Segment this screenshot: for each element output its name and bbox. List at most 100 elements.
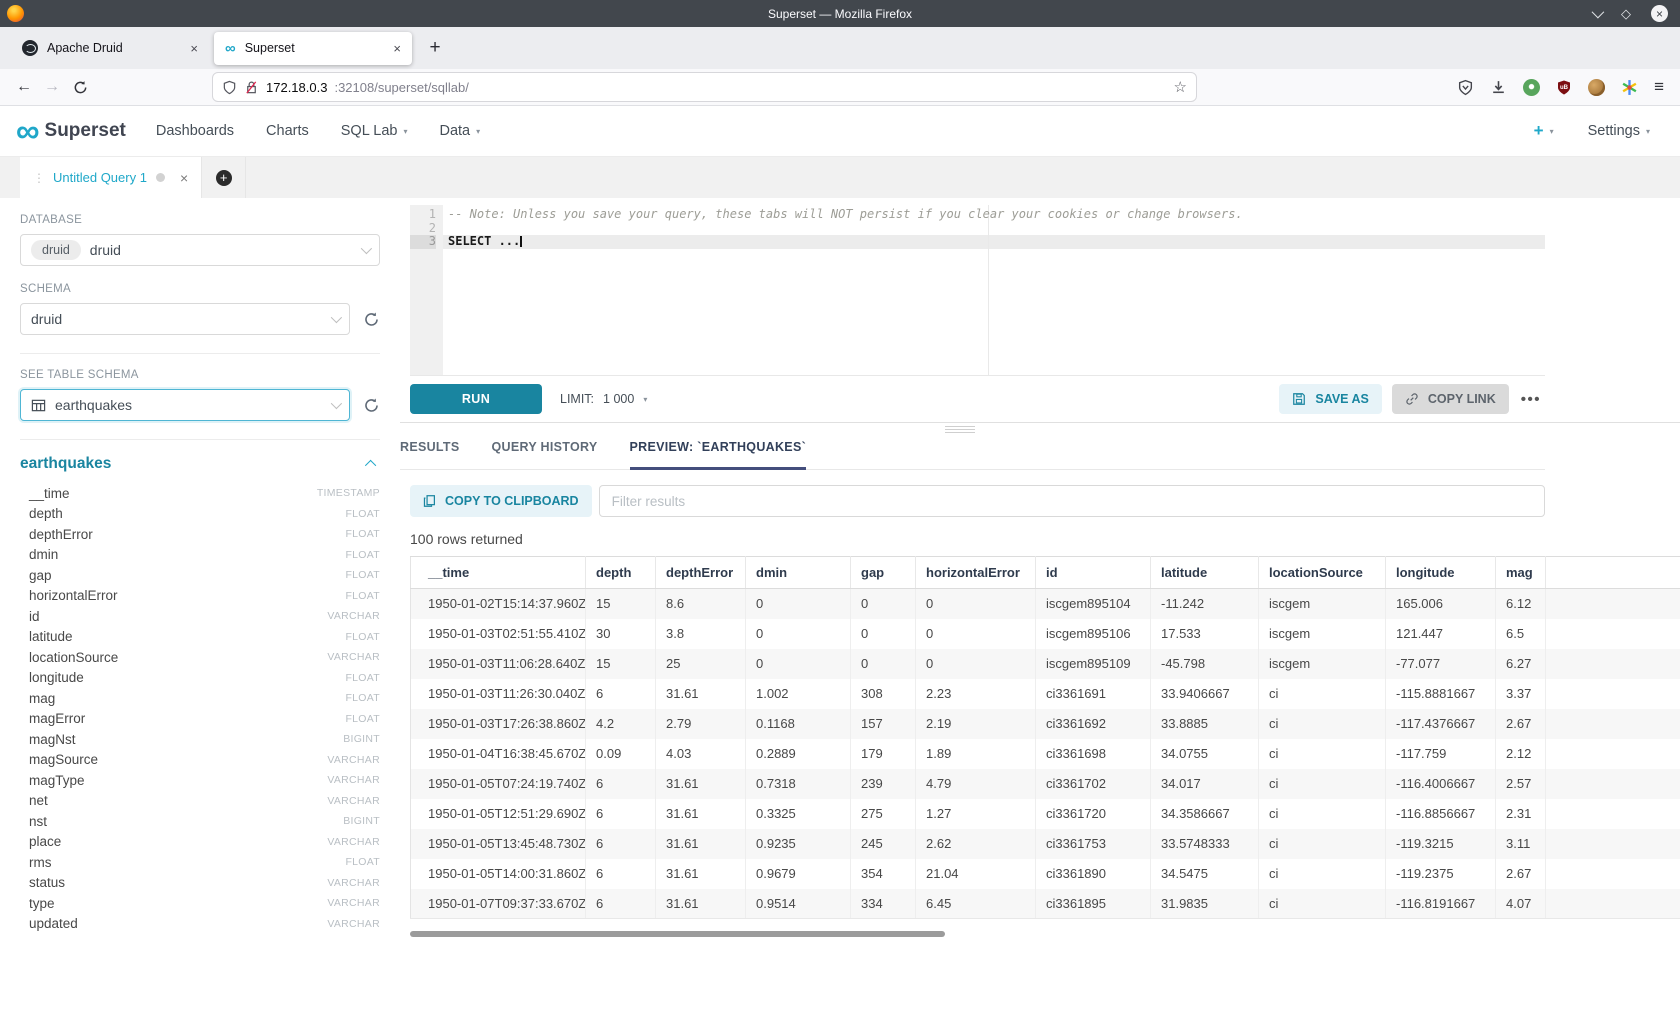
schema-column-row[interactable]: updatedVARCHAR bbox=[20, 914, 380, 935]
column-header[interactable]: id bbox=[1036, 557, 1151, 589]
schema-column-row[interactable]: magErrorFLOAT bbox=[20, 709, 380, 730]
schema-column-row[interactable]: __timeTIMESTAMP bbox=[20, 483, 380, 504]
table-row[interactable]: 1950-01-03T11:06:28.640Z1525000iscgem895… bbox=[411, 649, 1680, 679]
new-tab-button[interactable]: + bbox=[420, 33, 450, 63]
tab-close-icon[interactable]: × bbox=[190, 41, 198, 56]
query-tab-close-icon[interactable]: × bbox=[180, 170, 188, 186]
column-header[interactable]: longitude bbox=[1386, 557, 1496, 589]
superset-brand[interactable]: Superset bbox=[45, 120, 126, 142]
filter-results-input[interactable] bbox=[599, 485, 1545, 517]
schema-column-row[interactable]: gapFLOAT bbox=[20, 565, 380, 586]
column-header[interactable]: dmin bbox=[746, 557, 851, 589]
nav-item-dashboards[interactable]: Dashboards bbox=[156, 123, 234, 139]
refresh-tables-icon[interactable] bbox=[363, 397, 380, 414]
back-button[interactable]: ← bbox=[10, 73, 38, 101]
pane-resize-handle[interactable] bbox=[945, 426, 975, 435]
extension-green-icon[interactable] bbox=[1523, 79, 1540, 96]
copy-to-clipboard-button[interactable]: COPY TO CLIPBOARD bbox=[410, 485, 592, 517]
column-header[interactable] bbox=[1546, 557, 1680, 589]
query-tab-untitled[interactable]: ⋮ Untitled Query 1 × bbox=[20, 157, 202, 198]
schema-column-row[interactable]: nstBIGINT bbox=[20, 811, 380, 832]
browser-tab-apache-druid[interactable]: Apache Druid × bbox=[11, 32, 209, 65]
run-button[interactable]: RUN bbox=[410, 384, 542, 414]
table-row[interactable]: 1950-01-05T12:51:29.690Z631.610.33252751… bbox=[411, 799, 1680, 829]
collapse-chevron-icon[interactable] bbox=[365, 460, 376, 471]
downloads-icon[interactable] bbox=[1490, 79, 1507, 96]
insecure-lock-icon[interactable] bbox=[244, 80, 259, 95]
table-row[interactable]: 1950-01-07T09:37:33.670Z631.610.95143346… bbox=[411, 889, 1680, 919]
table-row[interactable]: 1950-01-03T17:26:38.860Z4.22.790.1168157… bbox=[411, 709, 1680, 739]
horizontal-scrollbar[interactable] bbox=[410, 931, 945, 937]
save-as-button[interactable]: SAVE AS bbox=[1279, 384, 1382, 414]
schema-column-row[interactable]: longitudeFLOAT bbox=[20, 668, 380, 689]
nav-item-charts[interactable]: Charts bbox=[266, 123, 309, 139]
schema-column-row[interactable]: statusVARCHAR bbox=[20, 873, 380, 894]
column-header[interactable]: locationSource bbox=[1259, 557, 1386, 589]
table-schema-select[interactable]: earthquakes bbox=[20, 389, 350, 421]
superset-logo-icon[interactable]: ∞ bbox=[16, 118, 38, 144]
schema-column-row[interactable]: locationSourceVARCHAR bbox=[20, 647, 380, 668]
column-header[interactable]: depthError bbox=[656, 557, 746, 589]
limit-dropdown[interactable]: LIMIT: 1 000 ▾ bbox=[560, 392, 647, 406]
schema-column-row[interactable]: magNstBIGINT bbox=[20, 729, 380, 750]
tab-preview-earthquakes[interactable]: PREVIEW: `EARTHQUAKES` bbox=[630, 440, 807, 470]
window-maximize-icon[interactable]: ◇ bbox=[1621, 7, 1631, 20]
nav-item-sql-lab[interactable]: SQL Lab ▾ bbox=[341, 123, 408, 139]
forward-button[interactable]: → bbox=[38, 73, 66, 101]
drag-grip-icon[interactable]: ⋮ bbox=[33, 171, 44, 185]
colorful-asterisk-extension-icon[interactable] bbox=[1621, 79, 1638, 96]
schema-column-row[interactable]: magSourceVARCHAR bbox=[20, 750, 380, 771]
database-select[interactable]: druid druid bbox=[20, 234, 380, 266]
schema-column-row[interactable]: placeVARCHAR bbox=[20, 832, 380, 853]
results-table-wrap[interactable]: __timedepthdepthErrordmingaphorizontalEr… bbox=[410, 556, 1680, 919]
pocket-shield-icon[interactable] bbox=[1457, 79, 1474, 96]
sql-editor[interactable]: 1 2 3 -- Note: Unless you save your quer… bbox=[410, 205, 1545, 375]
ublock-shield-icon[interactable]: uB bbox=[1556, 79, 1572, 96]
schema-column-row[interactable]: typeVARCHAR bbox=[20, 893, 380, 914]
editor-code-area[interactable]: -- Note: Unless you save your query, the… bbox=[443, 205, 1545, 375]
new-query-tab-button[interactable]: + bbox=[202, 157, 246, 198]
browser-tab-superset[interactable]: ∞ Superset × bbox=[214, 32, 412, 65]
nav-item-data[interactable]: Data ▾ bbox=[439, 123, 480, 139]
refresh-schemas-icon[interactable] bbox=[363, 311, 380, 328]
table-row[interactable]: 1950-01-05T07:24:19.740Z631.610.73182394… bbox=[411, 769, 1680, 799]
schema-column-row[interactable]: magFLOAT bbox=[20, 688, 380, 709]
column-header[interactable]: gap bbox=[851, 557, 916, 589]
column-header[interactable]: mag bbox=[1496, 557, 1546, 589]
settings-menu[interactable]: Settings ▾ bbox=[1588, 123, 1650, 139]
cookie-extension-icon[interactable] bbox=[1588, 79, 1605, 96]
window-close-button[interactable]: × bbox=[1651, 5, 1668, 22]
table-row[interactable]: 1950-01-04T16:38:45.670Z0.094.030.288917… bbox=[411, 739, 1680, 769]
schema-column-row[interactable]: latitudeFLOAT bbox=[20, 627, 380, 648]
schema-column-row[interactable]: netVARCHAR bbox=[20, 791, 380, 812]
add-new-button[interactable]: + ▾ bbox=[1534, 121, 1554, 141]
column-header[interactable]: depth bbox=[586, 557, 656, 589]
more-actions-button[interactable]: ••• bbox=[1521, 391, 1541, 408]
schema-column-row[interactable]: depthErrorFLOAT bbox=[20, 524, 380, 545]
url-bar[interactable]: 172.18.0.3:32108/superset/sqllab/ ☆ bbox=[212, 72, 1197, 102]
table-row[interactable]: 1950-01-05T14:00:31.860Z631.610.96793542… bbox=[411, 859, 1680, 889]
window-menu-chevron-icon[interactable] bbox=[1592, 6, 1605, 19]
schema-column-row[interactable]: dminFLOAT bbox=[20, 545, 380, 566]
table-row[interactable]: 1950-01-03T02:51:55.410Z303.8000iscgem89… bbox=[411, 619, 1680, 649]
schema-column-row[interactable]: horizontalErrorFLOAT bbox=[20, 586, 380, 607]
schema-column-row[interactable]: idVARCHAR bbox=[20, 606, 380, 627]
table-row[interactable]: 1950-01-03T11:26:30.040Z631.611.0023082.… bbox=[411, 679, 1680, 709]
schema-column-row[interactable]: rmsFLOAT bbox=[20, 852, 380, 873]
schema-select[interactable]: druid bbox=[20, 303, 350, 335]
table-row[interactable]: 1950-01-02T15:14:37.960Z158.6000iscgem89… bbox=[411, 589, 1680, 619]
shield-permissions-icon[interactable] bbox=[222, 80, 237, 95]
menu-hamburger-icon[interactable]: ≡ bbox=[1654, 77, 1664, 97]
column-header[interactable]: horizontalError bbox=[916, 557, 1036, 589]
tab-close-icon[interactable]: × bbox=[393, 41, 401, 56]
tab-results[interactable]: RESULTS bbox=[400, 440, 460, 469]
table-row[interactable]: 1950-01-05T13:45:48.730Z631.610.92352452… bbox=[411, 829, 1680, 859]
column-header[interactable]: latitude bbox=[1151, 557, 1259, 589]
tab-query-history[interactable]: QUERY HISTORY bbox=[492, 440, 598, 469]
column-header[interactable]: __time bbox=[411, 557, 586, 589]
reload-button[interactable] bbox=[66, 73, 94, 101]
copy-link-button[interactable]: COPY LINK bbox=[1392, 384, 1509, 414]
schema-column-row[interactable]: magTypeVARCHAR bbox=[20, 770, 380, 791]
table-name-heading[interactable]: earthquakes bbox=[20, 455, 111, 473]
bookmark-star-icon[interactable]: ☆ bbox=[1174, 78, 1187, 96]
